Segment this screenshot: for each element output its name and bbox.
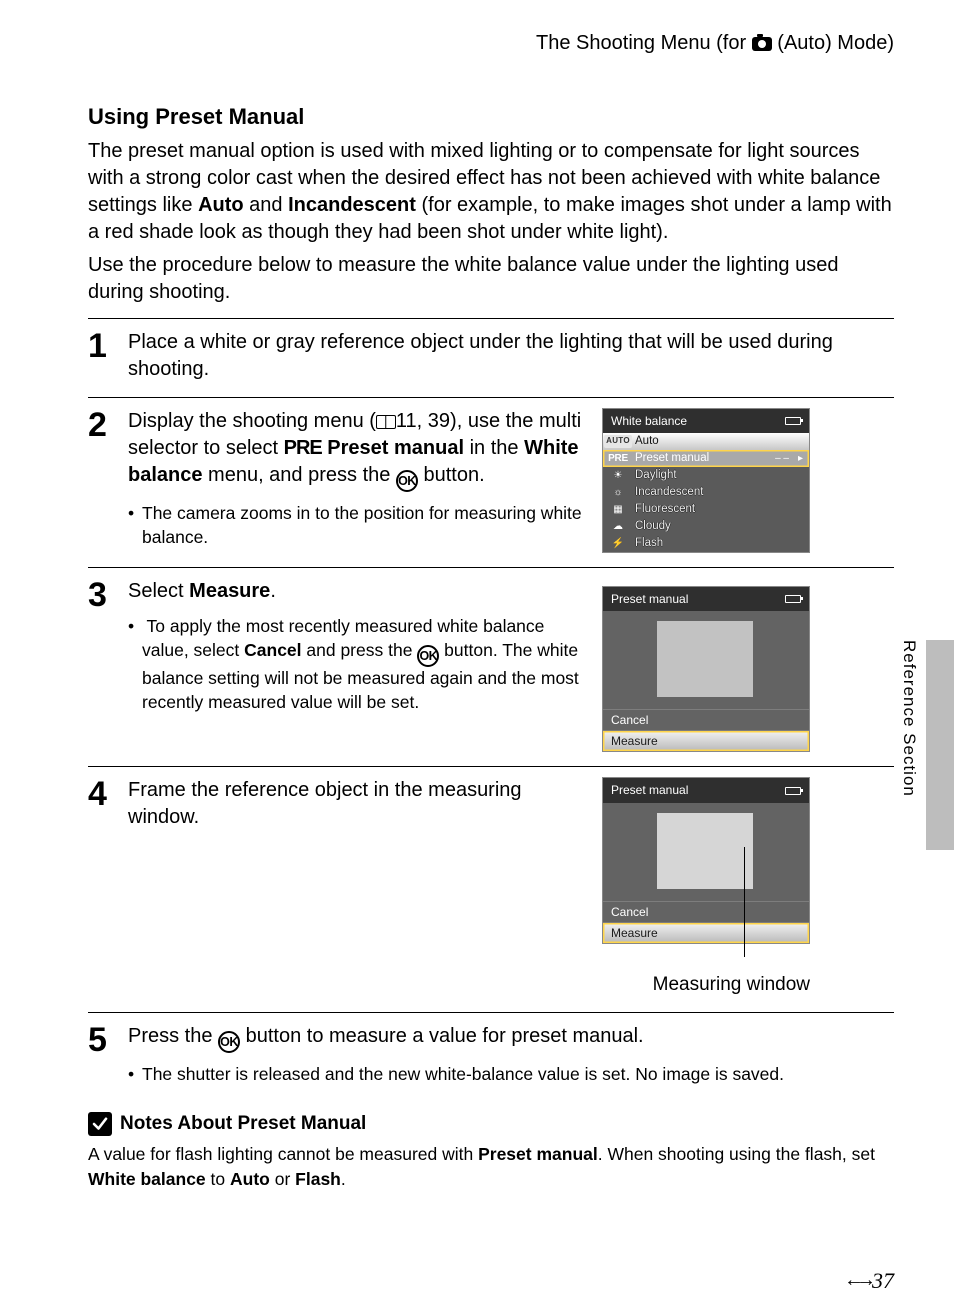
measure-option[interactable]: Measure bbox=[603, 730, 809, 751]
step-3-text: Select Measure. bbox=[128, 578, 588, 605]
steps-list: 1 Place a white or gray reference object… bbox=[88, 318, 894, 1101]
wb-item-auto[interactable]: AUTO Auto bbox=[603, 433, 809, 450]
step-4-figure: Preset manual Cancel Measure Measuring w… bbox=[602, 777, 810, 997]
section-title: Using Preset Manual bbox=[88, 102, 894, 132]
auto-icon: AUTO bbox=[607, 435, 629, 448]
ok-icon: OK bbox=[417, 645, 439, 667]
preset-manual-panel: Preset manual Cancel Measure bbox=[602, 586, 810, 753]
step-1: 1 Place a white or gray reference object… bbox=[88, 318, 894, 397]
pre-icon: PRE bbox=[607, 452, 629, 465]
battery-icon bbox=[785, 595, 801, 603]
step-number: 1 bbox=[88, 329, 116, 363]
battery-icon bbox=[785, 417, 801, 425]
bulb-icon: ☼ bbox=[607, 486, 629, 499]
notes-section: Notes About Preset Manual A value for fl… bbox=[88, 1111, 894, 1192]
wb-item-fluorescent[interactable]: ▦ Fluorescent bbox=[603, 501, 809, 518]
flash-icon: ⚡ bbox=[607, 537, 629, 550]
panel-title-bar: Preset manual bbox=[603, 778, 809, 802]
white-balance-panel: White balance AUTO Auto PRE Preset manua… bbox=[602, 408, 810, 553]
header-suffix: (Auto) Mode) bbox=[777, 32, 894, 54]
header-prefix: The Shooting Menu (for bbox=[536, 32, 752, 54]
step-1-text: Place a white or gray reference object u… bbox=[128, 329, 894, 383]
page-header: The Shooting Menu (for (Auto) Mode) bbox=[88, 30, 894, 57]
side-label: Reference Section bbox=[897, 640, 920, 797]
panel-title-bar: Preset manual bbox=[603, 587, 809, 611]
step-5: 5 Press the OK button to measure a value… bbox=[88, 1012, 894, 1101]
step-number: 2 bbox=[88, 408, 116, 442]
intro-paragraph-2: Use the procedure below to measure the w… bbox=[88, 252, 894, 306]
pre-label: PRE bbox=[284, 437, 322, 459]
page-number: ←→ 37 bbox=[844, 1266, 894, 1296]
measuring-window-swatch bbox=[657, 813, 753, 889]
step-number: 5 bbox=[88, 1023, 116, 1057]
wb-item-cloudy[interactable]: ☁ Cloudy bbox=[603, 518, 809, 535]
callout-line bbox=[744, 847, 745, 957]
ok-icon: OK bbox=[218, 1031, 240, 1053]
panel-title: White balance bbox=[611, 413, 687, 429]
step-5-bullet: The shutter is released and the new whit… bbox=[142, 1063, 894, 1087]
cancel-option[interactable]: Cancel bbox=[603, 709, 809, 730]
step-3-bullets: To apply the most recently measured whit… bbox=[142, 615, 588, 714]
panel-title: Preset manual bbox=[611, 782, 688, 798]
step-2-bullet: The camera zooms in to the position for … bbox=[142, 502, 588, 549]
step-number: 3 bbox=[88, 578, 116, 612]
panel-title-bar: White balance bbox=[603, 409, 809, 433]
preview-swatch bbox=[657, 621, 753, 697]
wb-item-preset-manual[interactable]: PRE Preset manual – – ▸ bbox=[603, 450, 809, 467]
wb-item-daylight[interactable]: ☀ Daylight bbox=[603, 467, 809, 484]
notes-body: A value for flash lighting cannot be mea… bbox=[88, 1142, 894, 1191]
wb-item-incandescent[interactable]: ☼ Incandescent bbox=[603, 484, 809, 501]
step-2-text: Display the shooting menu (11, 39), use … bbox=[128, 408, 588, 492]
preset-preview-area bbox=[603, 611, 809, 709]
notes-heading: Notes About Preset Manual bbox=[88, 1111, 894, 1137]
preset-preview-area bbox=[603, 803, 809, 901]
camera-icon bbox=[752, 37, 772, 51]
reference-glyph-icon: ←→ bbox=[844, 1267, 868, 1294]
preset-manual-panel-2: Preset manual Cancel Measure bbox=[602, 777, 810, 944]
intro-paragraph-1: The preset manual option is used with mi… bbox=[88, 138, 894, 246]
chevron-right-icon: ▸ bbox=[798, 452, 803, 466]
panel-title: Preset manual bbox=[611, 591, 688, 607]
fluorescent-icon: ▦ bbox=[607, 503, 629, 516]
side-tab bbox=[926, 640, 954, 850]
step-4-text: Frame the reference object in the measur… bbox=[128, 777, 588, 831]
step-4: 4 Frame the reference object in the meas… bbox=[88, 766, 894, 1011]
cancel-option[interactable]: Cancel bbox=[603, 901, 809, 922]
measuring-window-caption: Measuring window bbox=[602, 972, 810, 998]
step-3-bullet: To apply the most recently measured whit… bbox=[142, 615, 588, 714]
cloud-icon: ☁ bbox=[607, 520, 629, 533]
step-2-bullets: The camera zooms in to the position for … bbox=[142, 502, 588, 549]
measure-option[interactable]: Measure bbox=[603, 922, 809, 943]
battery-icon bbox=[785, 787, 801, 795]
step-5-text: Press the OK button to measure a value f… bbox=[128, 1023, 894, 1053]
book-icon bbox=[376, 415, 396, 429]
sun-icon: ☀ bbox=[607, 469, 629, 482]
ok-icon: OK bbox=[396, 470, 418, 492]
step-5-bullets: The shutter is released and the new whit… bbox=[142, 1063, 894, 1087]
step-2: 2 Display the shooting menu (11, 39), us… bbox=[88, 397, 894, 567]
step-3: 3 Select Measure. To apply the most rece… bbox=[88, 567, 894, 767]
step-number: 4 bbox=[88, 777, 116, 811]
check-icon bbox=[88, 1112, 112, 1136]
wb-item-flash[interactable]: ⚡ Flash bbox=[603, 535, 809, 552]
